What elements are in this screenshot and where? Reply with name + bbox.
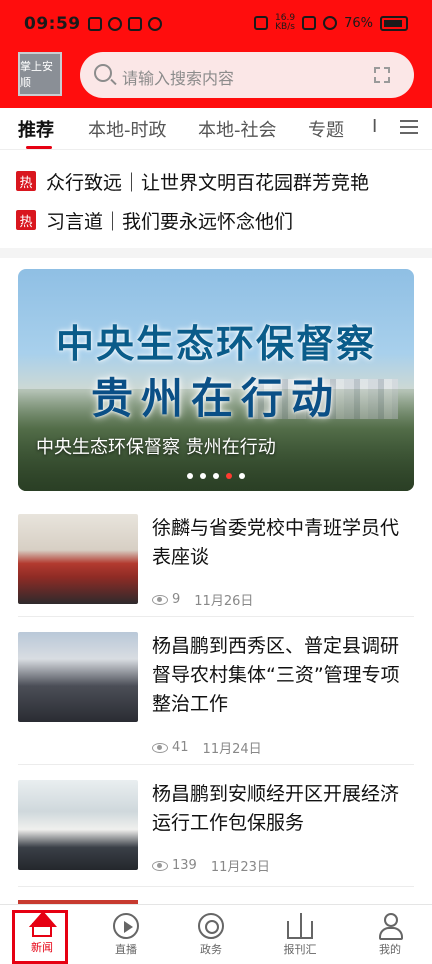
news-date: 11月23日 (210, 860, 270, 875)
app-icon (128, 17, 142, 31)
notification-icon (88, 17, 102, 31)
carousel-dots (18, 473, 414, 479)
nav-label: 我的 (379, 943, 401, 956)
nav-newspapers[interactable]: 报刊汇 (270, 911, 330, 963)
nav-label: 直播 (115, 943, 137, 956)
hot-badge: 热 (16, 210, 36, 230)
hot-news-list: 热 众行致远｜让世界文明百花园群芳竞艳 热 习言道｜我们要永远怀念他们 (0, 158, 432, 248)
carousel-dot[interactable] (239, 473, 245, 479)
carousel-dot-active[interactable] (226, 473, 232, 479)
tab-local-politics[interactable]: 本地-时政 (88, 116, 167, 142)
section-divider (0, 248, 432, 258)
banner-carousel[interactable]: 中央生态环保督察 贵州在行动 中央生态环保督察 贵州在行动 (18, 269, 414, 491)
divider (18, 616, 414, 617)
carousel-dot[interactable] (200, 473, 206, 479)
news-thumbnail (18, 632, 138, 722)
news-thumbnail (18, 780, 138, 870)
notification-icons (88, 17, 162, 31)
carousel-dot[interactable] (213, 473, 219, 479)
news-meta: 41 11月24日 (152, 738, 262, 757)
battery-icon (380, 15, 408, 31)
wifi-icon (323, 16, 338, 30)
play-icon (113, 913, 139, 939)
nav-live[interactable]: 直播 (96, 911, 156, 963)
search-placeholder: 请输入搜索内容 (122, 69, 235, 88)
menu-icon[interactable] (400, 120, 418, 134)
views-icon (152, 594, 168, 605)
news-meta: 9 11月26日 (152, 590, 253, 609)
news-headline: 杨昌鹏到西秀区、普定县调研督导农村集体“三资”管理专项整治工作 (152, 635, 400, 715)
banner-title-line2: 贵州在行动 (90, 374, 341, 423)
nav-label: 报刊汇 (283, 943, 317, 956)
status-time: 09:59 (24, 14, 81, 34)
status-bar: 09:59 16.9 KB/s 76% (0, 0, 432, 50)
message-icon (148, 17, 162, 31)
scan-icon[interactable] (374, 67, 390, 83)
hot-item-text: 众行致远｜让世界文明百花园群芳竞艳 (46, 171, 370, 194)
news-headline: 徐麟与省委党校中青班学员代表座谈 (152, 517, 400, 568)
banner-caption: 中央生态环保督察 贵州在行动 (36, 437, 276, 458)
views-count: 41 (172, 740, 189, 755)
active-tab-indicator (26, 146, 52, 149)
header-bar: 09:59 16.9 KB/s 76% 掌上安顺 请输入搜索内容 (0, 0, 432, 108)
tab-more-partial[interactable]: I (372, 116, 377, 137)
news-date: 11月26日 (194, 594, 254, 609)
nav-label: 政务 (200, 943, 222, 956)
carousel-dot[interactable] (187, 473, 193, 479)
vibrate-icon (254, 16, 269, 30)
tab-local-society[interactable]: 本地-社会 (198, 116, 277, 142)
divider (18, 764, 414, 765)
hot-item[interactable]: 热 习言道｜我们要永远怀念他们 (16, 205, 293, 235)
app-screen: 09:59 16.9 KB/s 76% 掌上安顺 请输入搜索内容 推荐 本地-时… (0, 0, 432, 964)
nav-government[interactable]: 政务 (181, 911, 241, 963)
news-date: 11月24日 (202, 742, 262, 757)
news-headline: 杨昌鹏到安顺经开区开展经济运行工作包保服务 (152, 783, 400, 834)
search-input[interactable]: 请输入搜索内容 (80, 52, 414, 98)
user-icon (378, 913, 403, 940)
views-icon (152, 742, 168, 753)
news-item[interactable]: 徐麟与省委党校中青班学员代表座谈 9 11月26日 (18, 514, 414, 609)
search-icon (94, 64, 112, 82)
views-icon (152, 860, 168, 871)
tab-recommend[interactable]: 推荐 (18, 116, 54, 142)
news-item[interactable]: 杨昌鹏到安顺经开区开展经济运行工作包保服务 139 11月23日 (18, 780, 414, 880)
divider (18, 886, 414, 887)
channel-tabs: 推荐 本地-时政 本地-社会 专题 I (0, 108, 432, 150)
book-icon (287, 913, 313, 939)
views-count: 9 (172, 592, 181, 607)
news-item[interactable]: 杨昌鹏到西秀区、普定县调研督导农村集体“三资”管理专项整治工作 41 11月24… (18, 632, 414, 758)
views-count: 139 (172, 858, 197, 873)
nav-profile[interactable]: 我的 (360, 911, 420, 963)
sync-icon (108, 17, 122, 31)
app-logo[interactable]: 掌上安顺 (18, 52, 62, 96)
sim-icon (302, 16, 317, 30)
net-speed: 16.9 KB/s (275, 13, 296, 32)
hot-item-text: 习言道｜我们要永远怀念他们 (46, 210, 294, 233)
hot-badge: 热 (16, 171, 36, 191)
banner-title-line1: 中央生态环保督察 (55, 321, 376, 366)
battery-percent: 76% (344, 15, 373, 31)
hot-item[interactable]: 热 众行致远｜让世界文明百花园群芳竞艳 (16, 166, 369, 196)
selection-highlight (12, 910, 68, 964)
tab-special[interactable]: 专题 (308, 116, 344, 142)
news-meta: 139 11月23日 (152, 856, 270, 875)
browser-icon (198, 913, 224, 939)
status-right: 16.9 KB/s 76% (254, 14, 408, 32)
news-thumbnail (18, 514, 138, 604)
